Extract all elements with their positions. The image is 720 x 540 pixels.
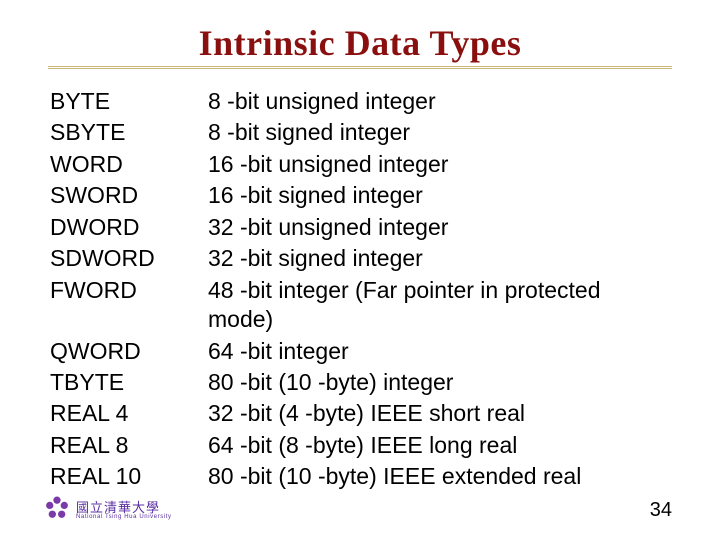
university-name-en: National Tsing Hua University bbox=[76, 514, 172, 520]
university-name-zh: 國立清華大學 bbox=[76, 501, 172, 514]
type-name: TBYTE bbox=[50, 368, 200, 397]
type-desc: 80 -bit (10 -byte) IEEE extended real bbox=[208, 462, 672, 491]
type-name: REAL 4 bbox=[50, 399, 200, 428]
type-desc: 8 -bit unsigned integer bbox=[208, 87, 672, 116]
type-desc: 64 -bit integer bbox=[208, 337, 672, 366]
footer: 國立清華大學 National Tsing Hua University 34 bbox=[0, 492, 720, 526]
page-number: 34 bbox=[650, 499, 672, 522]
type-desc: 16 -bit signed integer bbox=[208, 181, 672, 210]
type-name: REAL 8 bbox=[50, 431, 200, 460]
type-desc: 64 -bit (8 -byte) IEEE long real bbox=[208, 431, 672, 460]
type-name: SBYTE bbox=[50, 118, 200, 147]
slide: Intrinsic Data Types BYTE 8 -bit unsigne… bbox=[0, 0, 720, 540]
type-desc: 32 -bit unsigned integer bbox=[208, 213, 672, 242]
type-desc: 32 -bit (4 -byte) IEEE short real bbox=[208, 399, 672, 428]
data-types-table: BYTE 8 -bit unsigned integer SBYTE 8 -bi… bbox=[50, 87, 672, 492]
type-desc: 32 -bit signed integer bbox=[208, 244, 672, 273]
slide-title: Intrinsic Data Types bbox=[48, 22, 672, 64]
type-name: DWORD bbox=[50, 213, 200, 242]
type-desc: 16 -bit unsigned integer bbox=[208, 150, 672, 179]
type-desc: 80 -bit (10 -byte) integer bbox=[208, 368, 672, 397]
plum-blossom-icon bbox=[44, 495, 70, 526]
university-logo: 國立清華大學 National Tsing Hua University bbox=[44, 495, 172, 526]
type-name: QWORD bbox=[50, 337, 200, 366]
type-name: SWORD bbox=[50, 181, 200, 210]
type-desc: 48 -bit integer (Far pointer in protecte… bbox=[208, 276, 672, 335]
type-name: BYTE bbox=[50, 87, 200, 116]
type-name: REAL 10 bbox=[50, 462, 200, 491]
type-name: FWORD bbox=[50, 276, 200, 335]
university-name: 國立清華大學 National Tsing Hua University bbox=[76, 501, 172, 520]
title-underline bbox=[48, 66, 672, 69]
type-name: WORD bbox=[50, 150, 200, 179]
type-desc: 8 -bit signed integer bbox=[208, 118, 672, 147]
type-name: SDWORD bbox=[50, 244, 200, 273]
